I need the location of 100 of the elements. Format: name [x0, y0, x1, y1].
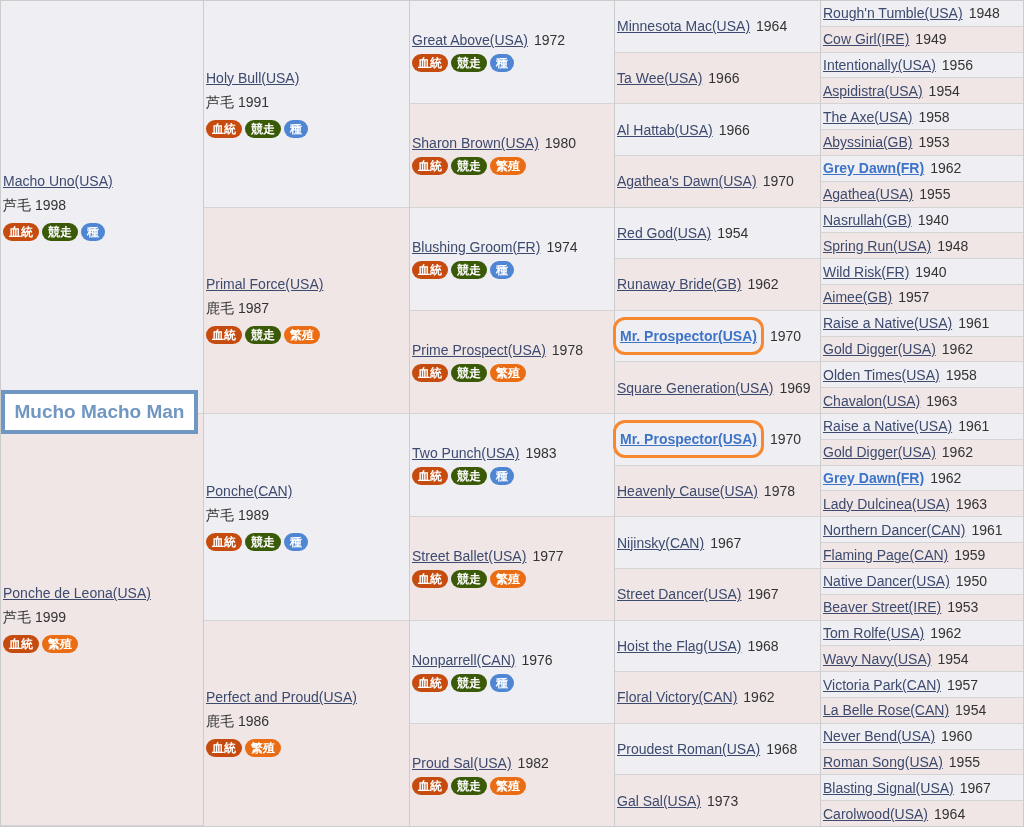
category-badge[interactable]: 競走 — [245, 532, 281, 551]
horse-name-link[interactable]: Primal Force(USA) — [206, 276, 324, 293]
category-badge[interactable]: 血統 — [412, 54, 448, 73]
horse-name-link[interactable]: Gold Digger(USA) — [823, 444, 936, 461]
horse-name-link[interactable]: Northern Dancer(CAN) — [823, 521, 966, 538]
horse-name-link[interactable]: Olden Times(USA) — [823, 366, 940, 383]
category-badge[interactable]: 血統 — [206, 326, 242, 345]
category-badge[interactable]: 種 — [490, 673, 514, 692]
category-badge[interactable]: 競走 — [245, 119, 281, 138]
horse-name-link[interactable]: Aimee(GB) — [823, 289, 893, 306]
horse-name-link[interactable]: Carolwood(USA) — [823, 805, 929, 822]
horse-name-link[interactable]: Runaway Bride(GB) — [617, 276, 742, 293]
horse-name-link[interactable]: Mr. Prospector(USA) — [613, 420, 764, 459]
horse-name-link[interactable]: La Belle Rose(CAN) — [823, 702, 950, 719]
horse-name-link[interactable]: Grey Dawn(FR) — [823, 160, 925, 177]
category-badge[interactable]: 血統 — [206, 532, 242, 551]
horse-name-link[interactable]: Gold Digger(USA) — [823, 340, 936, 357]
category-badge[interactable]: 種 — [490, 467, 514, 486]
horse-name-link[interactable]: Wavy Navy(USA) — [823, 650, 932, 667]
horse-name-link[interactable]: Raise a Native(USA) — [823, 418, 953, 435]
category-badge[interactable]: 種 — [284, 532, 308, 551]
birth-year: 1972 — [533, 32, 566, 49]
horse-name-link[interactable]: Nijinsky(CAN) — [617, 534, 705, 551]
horse-name-link[interactable]: Blasting Signal(USA) — [823, 779, 954, 796]
category-badge[interactable]: 血統 — [412, 467, 448, 486]
horse-name-link[interactable]: Victoria Park(CAN) — [823, 676, 941, 693]
category-badge[interactable]: 血統 — [206, 119, 242, 138]
horse-name-link[interactable]: Hoist the Flag(USA) — [617, 637, 742, 654]
horse-name-link[interactable]: The Axe(USA) — [823, 108, 913, 125]
category-badge[interactable]: 血統 — [206, 739, 242, 758]
category-badge[interactable]: 競走 — [451, 157, 487, 176]
birth-year: 1962 — [941, 444, 973, 461]
horse-name-link[interactable]: Never Bend(USA) — [823, 728, 936, 745]
horse-name-link[interactable]: Proud Sal(USA) — [412, 754, 512, 771]
birth-year: 1974 — [546, 238, 578, 255]
horse-name-link[interactable]: Two Punch(USA) — [412, 445, 520, 462]
horse-name-link[interactable]: Mr. Prospector(USA) — [613, 317, 764, 356]
horse-name-link[interactable]: Sharon Brown(USA) — [412, 135, 539, 152]
horse-name-link[interactable]: Nasrullah(GB) — [823, 211, 912, 228]
horse-name-link[interactable]: Proudest Roman(USA) — [617, 741, 761, 758]
horse-name-link[interactable]: Ponche(CAN) — [206, 482, 293, 499]
horse-name-link[interactable]: Ta Wee(USA) — [617, 69, 703, 86]
horse-name-link[interactable]: Blushing Groom(FR) — [412, 238, 541, 255]
horse-name-link[interactable]: Street Dancer(USA) — [617, 586, 742, 603]
horse-name-link[interactable]: Agathea's Dawn(USA) — [617, 173, 757, 190]
horse-name-link[interactable]: Minnesota Mac(USA) — [617, 18, 751, 35]
category-badge[interactable]: 競走 — [451, 776, 487, 795]
horse-name-link[interactable]: Ponche de Leona(USA) — [3, 585, 151, 602]
horse-name-link[interactable]: Agathea(USA) — [823, 186, 914, 203]
horse-name-link[interactable]: Chavalon(USA) — [823, 392, 921, 409]
horse-name-link[interactable]: Red God(USA) — [617, 224, 712, 241]
category-badge[interactable]: 血統 — [3, 222, 39, 241]
horse-name-link[interactable]: Tom Rolfe(USA) — [823, 624, 925, 641]
horse-name-link[interactable]: Nonparrell(CAN) — [412, 651, 516, 668]
horse-name-link[interactable]: Cow Girl(IRE) — [823, 31, 910, 48]
horse-name-link[interactable]: Gal Sal(USA) — [617, 792, 702, 809]
category-badge[interactable]: 種 — [490, 54, 514, 73]
category-badge[interactable]: 競走 — [42, 222, 78, 241]
horse-name-link[interactable]: Grey Dawn(FR) — [823, 470, 925, 487]
horse-name-link[interactable]: Aspidistra(USA) — [823, 82, 923, 99]
category-badge[interactable]: 競走 — [451, 260, 487, 279]
horse-name-link[interactable]: Raise a Native(USA) — [823, 315, 953, 332]
category-badge[interactable]: 血統 — [412, 673, 448, 692]
category-badge[interactable]: 血統 — [412, 363, 448, 382]
horse-name-link[interactable]: Spring Run(USA) — [823, 237, 932, 254]
category-badge[interactable]: 競走 — [245, 326, 281, 345]
horse-name-link[interactable]: Intentionally(USA) — [823, 57, 936, 74]
category-badge[interactable]: 血統 — [3, 635, 39, 654]
horse-name-link[interactable]: Wild Risk(FR) — [823, 263, 910, 280]
horse-name-link[interactable]: Beaver Street(IRE) — [823, 599, 942, 616]
horse-name-link[interactable]: Macho Uno(USA) — [3, 172, 113, 189]
horse-name-link[interactable]: Floral Victory(CAN) — [617, 689, 738, 706]
horse-name-link[interactable]: Flaming Page(CAN) — [823, 547, 949, 564]
birth-year: 1970 — [769, 431, 802, 448]
horse-name-link[interactable]: Perfect and Proud(USA) — [206, 689, 357, 706]
category-badge[interactable]: 血統 — [412, 157, 448, 176]
horse-name-link[interactable]: Prime Prospect(USA) — [412, 341, 546, 358]
category-badge[interactable]: 種 — [284, 119, 308, 138]
horse-name-link[interactable]: Great Above(USA) — [412, 32, 528, 49]
horse-name-link[interactable]: Abyssinia(GB) — [823, 134, 913, 151]
horse-name-link[interactable]: Rough'n Tumble(USA) — [823, 5, 963, 22]
category-badge[interactable]: 血統 — [412, 776, 448, 795]
category-badge[interactable]: 血統 — [412, 570, 448, 589]
horse-name-link[interactable]: Street Ballet(USA) — [412, 548, 527, 565]
category-badge[interactable]: 種 — [490, 260, 514, 279]
category-badge[interactable]: 種 — [81, 222, 105, 241]
category-badge[interactable]: 競走 — [451, 570, 487, 589]
horse-name-link[interactable]: Heavenly Cause(USA) — [617, 482, 758, 499]
horse-name-link[interactable]: Square Generation(USA) — [617, 379, 774, 396]
horse-name-link[interactable]: Roman Song(USA) — [823, 753, 943, 770]
category-badge[interactable]: 血統 — [412, 260, 448, 279]
category-badge[interactable]: 競走 — [451, 363, 487, 382]
horse-name-link[interactable]: Native Dancer(USA) — [823, 573, 950, 590]
horse-name-link[interactable]: Holy Bull(USA) — [206, 69, 300, 86]
category-badge[interactable]: 競走 — [451, 467, 487, 486]
category-badge[interactable]: 競走 — [451, 673, 487, 692]
horse-name-link[interactable]: Lady Dulcinea(USA) — [823, 495, 950, 512]
category-badge[interactable]: 競走 — [451, 54, 487, 73]
birth-year: 1967 — [747, 586, 779, 603]
horse-name-link[interactable]: Al Hattab(USA) — [617, 121, 713, 138]
